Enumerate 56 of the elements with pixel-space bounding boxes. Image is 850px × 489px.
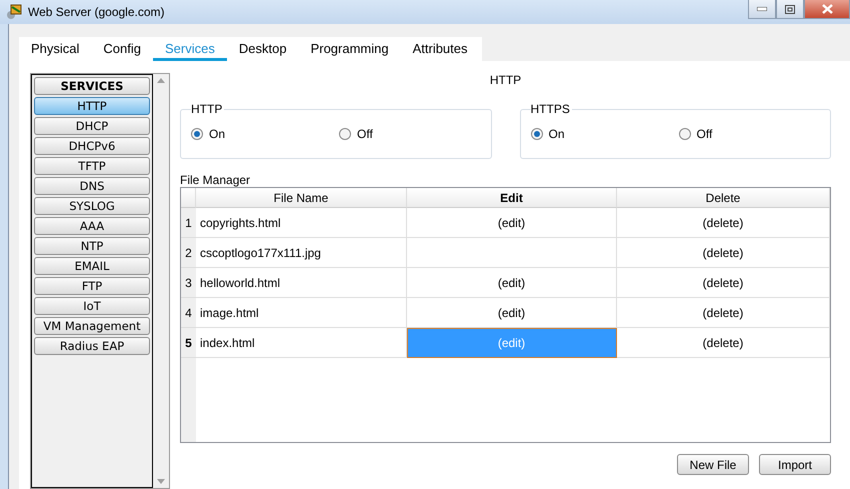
- service-button[interactable]: NTP: [34, 237, 150, 255]
- service-button[interactable]: TFTP: [34, 157, 150, 175]
- service-button[interactable]: Radius EAP: [34, 337, 150, 355]
- header-corner: [181, 188, 196, 208]
- delete-link[interactable]: (delete): [617, 268, 830, 298]
- radio-label: On: [548, 127, 565, 141]
- radio-label: On: [209, 127, 226, 141]
- service-button[interactable]: DHCPv6: [34, 137, 150, 155]
- service-button[interactable]: IoT: [34, 297, 150, 315]
- edit-link[interactable]: (edit): [407, 268, 617, 298]
- delete-link[interactable]: (delete): [617, 208, 830, 238]
- table-cell: helloworld.html: [196, 268, 407, 298]
- radio-label: Off: [696, 127, 712, 141]
- table-cell: copyrights.html: [196, 208, 407, 238]
- delete-link[interactable]: (delete): [617, 328, 830, 358]
- radio-button[interactable]: [191, 128, 203, 140]
- radio-label: Off: [357, 127, 373, 141]
- service-button[interactable]: DNS: [34, 177, 150, 195]
- window-title: Web Server (google.com): [28, 5, 164, 19]
- radio-button[interactable]: [530, 128, 542, 140]
- service-button[interactable]: EMAIL: [34, 257, 150, 275]
- delete-link[interactable]: (delete): [617, 238, 830, 268]
- minimize-button[interactable]: [748, 0, 776, 19]
- service-button[interactable]: VM Management: [34, 317, 150, 335]
- maximize-button[interactable]: [776, 0, 804, 19]
- table-cell: cscoptlogo177x111.jpg: [196, 238, 407, 268]
- column-header[interactable]: Delete: [617, 188, 830, 208]
- table-cell: image.html: [196, 298, 407, 328]
- delete-link[interactable]: (delete): [617, 298, 830, 328]
- server-icon: [6, 4, 22, 20]
- action-button[interactable]: Import: [759, 454, 831, 475]
- service-button[interactable]: DHCP: [34, 117, 150, 135]
- tab[interactable]: Config: [91, 37, 153, 61]
- tab[interactable]: Physical: [19, 37, 92, 61]
- service-button[interactable]: SYSLOG: [34, 197, 150, 215]
- close-icon: [822, 4, 832, 14]
- maximize-icon: [785, 4, 795, 14]
- action-button[interactable]: New File: [677, 454, 749, 475]
- radio-button[interactable]: [339, 128, 351, 140]
- minimize-icon: [757, 7, 767, 11]
- close-button[interactable]: [804, 0, 850, 19]
- tab[interactable]: Attributes: [400, 37, 480, 61]
- list-header: SERVICES: [34, 77, 150, 95]
- column-header[interactable]: File Name: [196, 188, 407, 208]
- edit-link[interactable]: (edit): [407, 208, 617, 238]
- group-title: HTTP: [191, 102, 224, 116]
- service-button[interactable]: AAA: [34, 217, 150, 235]
- tab[interactable]: Desktop: [226, 37, 299, 61]
- column-header[interactable]: Edit: [407, 188, 617, 208]
- group-title: HTTPS: [530, 102, 572, 116]
- service-button[interactable]: FTP: [34, 277, 150, 295]
- panel-title: HTTP: [488, 73, 522, 87]
- radio-button[interactable]: [678, 128, 690, 140]
- service-button[interactable]: HTTP: [34, 97, 150, 115]
- tab[interactable]: Programming: [298, 37, 401, 61]
- section-title: File Manager: [180, 173, 252, 187]
